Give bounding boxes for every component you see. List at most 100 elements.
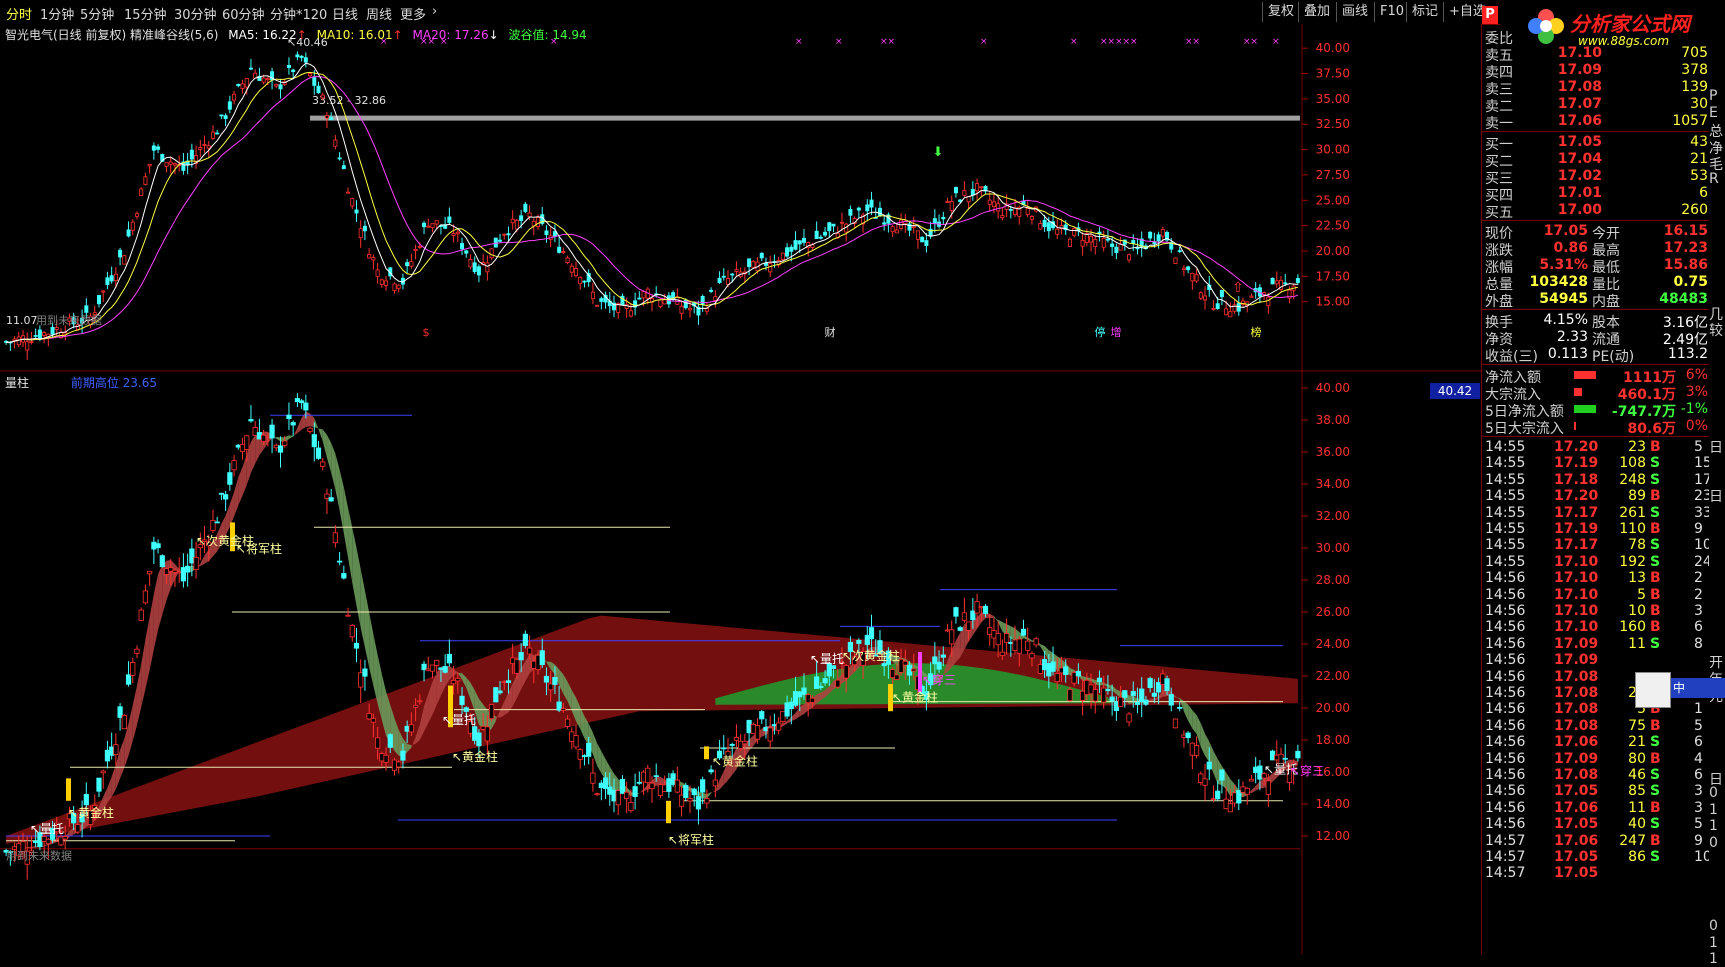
candle-body	[596, 305, 599, 306]
candle-body	[359, 673, 363, 687]
mascot-avatar[interactable]	[1635, 672, 1671, 708]
candle-body	[565, 719, 569, 726]
candle-body	[1207, 762, 1211, 769]
signal-mark: ×	[835, 37, 843, 47]
candle-body	[1055, 674, 1059, 682]
candle-body	[371, 718, 375, 722]
candle-body	[574, 736, 578, 747]
tab-daily[interactable]: 日线	[332, 4, 358, 23]
mark-button[interactable]: 标记	[1406, 2, 1443, 22]
candle-body	[384, 281, 387, 285]
candle-body	[1123, 691, 1127, 698]
tick-time: 14:56	[1485, 783, 1525, 799]
fund-value: 2.33	[1557, 329, 1588, 345]
candle-body	[300, 56, 303, 57]
tab-1min[interactable]: 1分钟	[40, 4, 74, 23]
tick-volume: 85	[1628, 783, 1646, 799]
candle-body	[1191, 273, 1194, 281]
candle-body	[823, 232, 826, 235]
marker-increase: 增	[1111, 325, 1122, 339]
candle-body	[418, 246, 421, 247]
candle-body	[802, 688, 806, 694]
candle-body	[375, 738, 379, 748]
candle-body	[253, 427, 257, 435]
flow-pct: 3%	[1686, 384, 1708, 400]
candle-body	[895, 675, 899, 680]
fund-value-2: 113.2	[1668, 346, 1708, 362]
candle-body	[435, 221, 438, 224]
candle-body	[469, 259, 472, 266]
candle-body	[451, 680, 455, 683]
tick-price: 17.10	[1554, 603, 1598, 619]
chevron-right-icon[interactable]: ›	[432, 4, 437, 19]
candle-body	[705, 799, 709, 803]
candle-body	[477, 733, 481, 746]
candle-body	[1229, 312, 1232, 317]
candle-body	[620, 779, 624, 793]
candle-body	[814, 677, 818, 689]
y-tick-label: 40.00	[1316, 41, 1350, 55]
tick-volume: 80	[1628, 751, 1646, 767]
tab-15min[interactable]: 15分钟	[124, 4, 167, 23]
tab-30min[interactable]: 30分钟	[174, 4, 217, 23]
candle-body	[190, 150, 193, 159]
tick-price: 17.08	[1554, 685, 1598, 701]
candle-body	[755, 725, 759, 739]
tick-side: B	[1650, 587, 1661, 603]
candle-body	[992, 202, 995, 207]
ime-indicator[interactable]: 中	[1671, 678, 1725, 698]
candle-body	[435, 660, 439, 665]
candle-body	[397, 285, 400, 288]
candle-body	[776, 723, 780, 730]
tab-fenshi[interactable]: 分时	[6, 4, 32, 23]
stat-label-2: 内盘	[1592, 291, 1620, 311]
candle-body	[1186, 733, 1190, 738]
tick-side: B	[1650, 619, 1661, 635]
kline-main-chart[interactable]: 40.0037.5035.0032.5030.0027.5025.0022.50…	[0, 24, 1481, 372]
f10-button[interactable]: F10	[1374, 2, 1409, 22]
signal-mark: ×	[795, 37, 803, 47]
candle-body	[612, 790, 616, 801]
candle-body	[527, 648, 531, 654]
candle-body	[937, 662, 941, 669]
tick-volume: 23	[1628, 439, 1646, 455]
candle-body	[836, 680, 840, 687]
draw-line-button[interactable]: 画线	[1336, 2, 1373, 22]
bid-volume: 43	[1690, 134, 1708, 150]
candle-body	[515, 659, 519, 673]
candle-body	[1157, 235, 1160, 241]
candle-body	[507, 234, 510, 235]
candle-body	[485, 727, 489, 741]
tab-more[interactable]: 更多	[400, 4, 426, 23]
candle-body	[156, 544, 160, 548]
candle-body	[731, 274, 734, 275]
overlay-button[interactable]: 叠加	[1298, 2, 1335, 22]
candle-body	[299, 401, 303, 403]
tab-5min[interactable]: 5分钟	[80, 4, 114, 23]
candle-body	[30, 342, 33, 343]
restore-rights-button[interactable]: 复权	[1262, 2, 1299, 22]
ma20-label: MA20: 17.26	[413, 28, 489, 42]
candle-body	[696, 797, 700, 809]
candle-body	[747, 259, 750, 267]
candle-body	[236, 445, 240, 447]
fund-value: 4.15%	[1544, 312, 1588, 328]
candle-body	[380, 280, 383, 285]
candle-body	[1195, 275, 1198, 281]
tab-min120[interactable]: 分钟*120	[270, 4, 327, 23]
candle-body	[308, 74, 311, 76]
volume-bar-chart[interactable]: 40.0038.0036.0034.0032.0030.0028.0026.00…	[0, 372, 1481, 954]
candle-body	[738, 741, 742, 748]
candle-body	[63, 837, 67, 840]
candle-body	[1211, 799, 1215, 800]
tab-weekly[interactable]: 周线	[366, 4, 392, 23]
candle-body	[494, 238, 497, 247]
candle-body	[97, 778, 101, 791]
candle-body	[954, 187, 957, 192]
candle-body	[384, 755, 388, 762]
candle-body	[430, 665, 434, 671]
candle-body	[321, 95, 324, 98]
candle-body	[735, 270, 738, 272]
candle-body	[131, 222, 134, 230]
tab-60min[interactable]: 60分钟	[222, 4, 265, 23]
